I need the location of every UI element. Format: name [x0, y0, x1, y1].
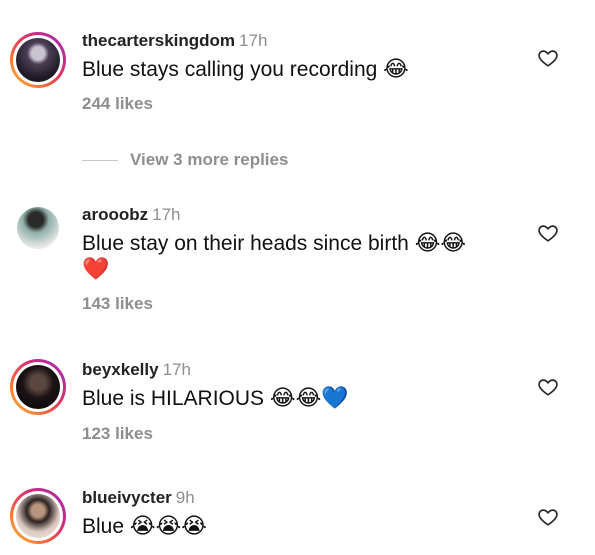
comment-timestamp: 17h — [162, 360, 191, 379]
comment-body: Blue stay on their heads since birth — [82, 232, 409, 255]
username-text[interactable]: arooobz — [82, 205, 148, 224]
avatar[interactable] — [10, 488, 66, 544]
replies-divider — [82, 159, 118, 161]
view-more-replies[interactable]: View 3 more replies — [82, 148, 288, 172]
heart-outline-icon[interactable] — [537, 222, 559, 244]
comment-emoji: 😂😂💙 — [269, 386, 349, 411]
comment-username[interactable]: arooobz 17h — [82, 205, 180, 225]
comment-body: Blue is HILARIOUS — [82, 387, 265, 410]
avatar[interactable] — [10, 200, 66, 256]
likes-count[interactable]: 123 likes — [82, 424, 153, 444]
heart-outline-icon[interactable] — [537, 47, 559, 69]
likes-count[interactable]: 143 likes — [82, 294, 153, 314]
comment-text: Blue 😭😭😭 — [82, 512, 207, 542]
comment-timestamp: 17h — [239, 31, 268, 50]
comment-text: Blue stay on their heads since birth 😂😂 — [82, 229, 466, 259]
comment-username[interactable]: beyxkelly 17h — [82, 360, 191, 380]
username-text[interactable]: thecarterskingdom — [82, 31, 235, 50]
comment-text-line2: ❤️ — [82, 255, 109, 285]
username-text[interactable]: beyxkelly — [82, 360, 159, 379]
comment-body: Blue — [82, 515, 125, 538]
comment-emoji: 😭😭😭 — [129, 514, 207, 539]
username-text[interactable]: blueivycter — [82, 488, 172, 507]
avatar[interactable] — [10, 359, 66, 415]
comment-username[interactable]: blueivycter 9h — [82, 488, 195, 508]
avatar-image — [16, 38, 60, 82]
comment-body: Blue stays calling you recording — [82, 58, 378, 81]
avatar-image — [17, 207, 59, 249]
comment-timestamp: 17h — [152, 205, 181, 224]
comment-emoji: 😂 — [383, 57, 409, 82]
avatar-image — [16, 494, 60, 538]
likes-count[interactable]: 244 likes — [82, 94, 153, 114]
comment-timestamp: 9h — [175, 488, 195, 507]
heart-emoji: ❤️ — [82, 257, 110, 282]
avatar[interactable] — [10, 32, 66, 88]
view-more-replies-label[interactable]: View 3 more replies — [130, 150, 288, 170]
heart-outline-icon[interactable] — [537, 376, 559, 398]
comment-text: Blue stays calling you recording 😂 — [82, 55, 409, 85]
avatar-image — [16, 365, 60, 409]
comment-emoji: 😂😂 — [414, 231, 467, 256]
comment-text: Blue is HILARIOUS 😂😂💙 — [82, 384, 349, 414]
heart-outline-icon[interactable] — [537, 506, 559, 528]
comment-username[interactable]: thecarterskingdom 17h — [82, 31, 267, 51]
